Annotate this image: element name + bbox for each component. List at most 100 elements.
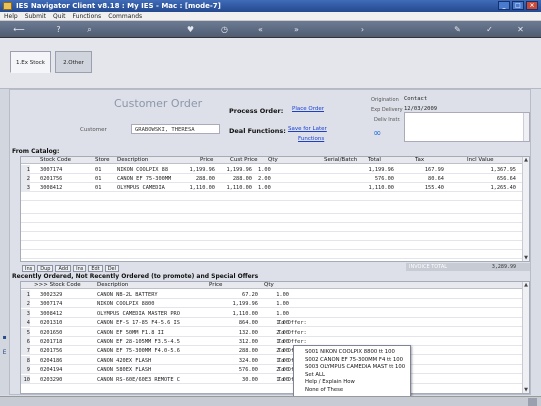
heart-icon[interactable]: ♥ [186,25,195,34]
recent-cell[interactable]: 288.00 [239,348,258,354]
popup-item[interactable]: Set ALL [294,371,410,379]
recent-row[interactable]: 80204186CANON 420EX FLASH324.001.00To Of… [21,355,529,365]
recent-cell[interactable]: 0204194 [40,367,62,373]
catalog-cell[interactable]: 3007174 [40,167,62,173]
back-arrow-icon[interactable]: ⟵ [10,25,28,34]
resize-grip[interactable] [528,398,537,406]
catalog-cell[interactable]: 1,199.96 [226,167,252,173]
col-serial-batch[interactable]: Serial/Batch [324,157,357,163]
col-stock-code[interactable]: Stock Code [40,157,71,163]
col-recent-price[interactable]: Price [209,282,222,288]
catalog-empty-row[interactable] [21,205,529,214]
recent-row[interactable]: 4 0201310 CANON EF-S 17-85 F4-5.6 IS 864.00… [21,318,529,328]
catalog-cell[interactable]: 01 [95,176,101,182]
insert-line-button[interactable]: Ins [73,265,87,272]
recent-cell[interactable]: 3008412 [40,311,62,317]
popup-item[interactable]: S001 NIKON COOLPIX 8800 tt 100 [294,348,410,356]
functions-link[interactable]: Functions [298,136,324,142]
recent-row[interactable]: 3 3008412 OLYMPUS CAMEDIA MASTER PRO 1,110.… [21,308,529,318]
recent-scrollbar[interactable]: ▲ ▼ [522,282,529,393]
recent-cell[interactable]: CANON EF 28-105MM F3.5-4.5 [97,339,180,345]
catalog-cell[interactable]: 1,367.95 [490,167,516,173]
catalog-row[interactable]: 2 0201756 01 CANON EF 75-300MM 288.00 288.00 2… [21,174,529,183]
recent-cell[interactable]: 132.00 [239,330,258,336]
recent-cell[interactable]: 576.00 [239,367,258,373]
recent-row[interactable]: 6 0201718 CANON EF 28-105MM F3.5-4.5 312.00… [21,337,529,346]
clock-icon[interactable]: ◷ [220,25,229,34]
catalog-empty-row[interactable] [21,241,529,250]
catalog-cell[interactable]: 1,265.40 [490,185,516,191]
recent-cell[interactable]: CANON 580EX FLASH [97,367,151,373]
catalog-cell[interactable]: 167.99 [425,167,444,173]
menu-submit[interactable]: Submit [25,13,46,20]
recent-scroll-down-icon[interactable]: ▼ [523,387,529,393]
recent-cell[interactable]: CANON EF 75-300MM F4.0-5.6 [97,348,180,354]
recent-cell[interactable]: 0201310 [40,320,62,326]
forward-icon[interactable]: › [358,25,367,34]
scroll-up-icon[interactable]: ▲ [523,157,529,163]
recent-cell[interactable]: 1.00 [276,301,289,307]
recent-cell[interactable]: 1,110.00 [232,311,258,317]
add-button[interactable]: Add [55,265,72,272]
close-icon[interactable]: ✕ [516,25,525,34]
catalog-cell[interactable]: 1,110.00 [226,185,252,191]
col-recent-stock-code[interactable]: >>> Stock Code [34,282,81,288]
menu-quit[interactable]: Quit [53,13,66,20]
recent-cell[interactable]: 0203290 [40,377,62,383]
recent-row[interactable]: 90204194CANON 580EX FLASH576.002.00To Of… [21,365,529,375]
scroll-down-icon[interactable]: ▼ [523,255,529,261]
popup-item[interactable]: S002 CANON EF 75-300MM F4 tt 100 [294,356,410,364]
col-store[interactable]: Store [95,157,110,163]
help-icon[interactable]: ? [54,25,63,34]
catalog-empty-row[interactable] [21,223,529,232]
catalog-cell[interactable]: NIKON COOLPIX 88 [117,167,168,173]
col-total[interactable]: Total [368,157,381,163]
recent-cell[interactable]: NIKON COOLPIX 8800 [97,301,154,307]
tab-other[interactable]: 2.Other [55,51,92,73]
catalog-row[interactable]: 3 3008412 01 OLYMPUS CAMEDIA 1,110.00 1,110.0… [21,183,529,192]
catalog-empty-row[interactable] [21,250,529,259]
recent-cell[interactable]: 30.00 [242,377,258,383]
catalog-empty-row[interactable] [21,214,529,223]
catalog-cell[interactable]: 80.64 [428,176,444,182]
recent-cell[interactable]: CANON EF 50MM F1.8 II [97,330,164,336]
insert-button[interactable]: Ins [22,265,36,272]
catalog-cell[interactable]: 576.00 [375,176,394,182]
fast-forward-icon[interactable]: » [292,25,301,34]
catalog-row[interactable]: 1 3007174 01 NIKON COOLPIX 88 1,199.96 1,199.… [21,165,529,174]
maximize-button[interactable]: □ [512,1,524,10]
recent-row[interactable]: 10 0203290 CANON RS-60E/60E3 REMOTE C 30.00… [21,374,529,384]
catalog-cell[interactable]: 3008412 [40,185,62,191]
rewind-icon[interactable]: « [256,25,265,34]
menu-functions[interactable]: Functions [73,13,102,20]
recent-cell[interactable]: OLYMPUS CAMEDIA MASTER PRO [97,311,180,317]
edit-button[interactable]: Edt [88,265,103,272]
recent-cell[interactable]: 1,199.96 [232,301,258,307]
side-info-icon[interactable]: ▪ [1,334,8,341]
col-recent-qty[interactable]: Qty [264,282,274,288]
recent-cell[interactable]: 3007174 [40,301,62,307]
col-incl-value[interactable]: Incl Value [467,157,494,163]
catalog-cell[interactable]: OLYMPUS CAMEDIA [117,185,165,191]
catalog-cell[interactable]: 01 [95,167,101,173]
catalog-cell[interactable]: 1.00 [258,185,271,191]
menu-commands[interactable]: Commands [108,13,142,20]
recent-cell[interactable]: CANON 420EX FLASH [97,358,151,364]
recent-cell[interactable]: CANON EF-S 17-85 F4-5.6 IS [97,320,180,326]
catalog-cell[interactable]: 1,199.96 [368,167,394,173]
catalog-cell[interactable]: 1,110.00 [189,185,215,191]
recent-row[interactable]: 2 3007174 NIKON COOLPIX 8800 1,199.96 1.00 [21,299,529,309]
tab-ex-stock[interactable]: 1.Ex Stock [10,51,51,73]
recent-cell[interactable]: 0201756 [40,348,62,354]
catalog-cell[interactable]: 01 [95,185,101,191]
search-icon[interactable]: ⌕ [85,25,94,34]
catalog-cell[interactable]: 0201756 [40,176,62,182]
delivery-instructions-field[interactable] [404,112,530,142]
col-tax[interactable]: Tax [415,157,424,163]
recent-cell[interactable]: 67.20 [242,292,258,298]
recent-cell[interactable]: 0204186 [40,358,62,364]
popup-item[interactable]: Help / Explain How [294,378,410,386]
catalog-cell[interactable]: 1,110.00 [368,185,394,191]
col-price[interactable]: Price [200,157,213,163]
duplicate-button[interactable]: Dup [37,265,54,272]
